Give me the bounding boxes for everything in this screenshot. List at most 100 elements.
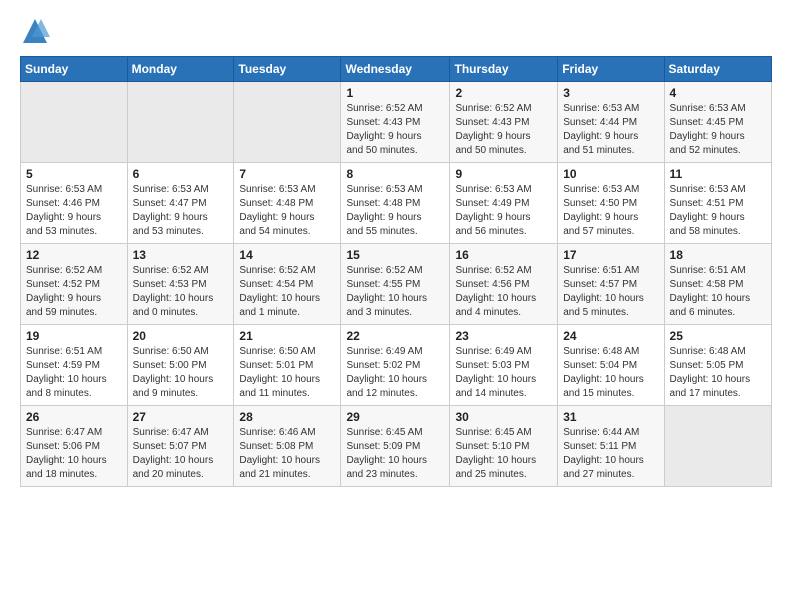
day-info: Sunrise: 6:52 AM Sunset: 4:56 PM Dayligh… [455, 264, 552, 320]
page: SundayMondayTuesdayWednesdayThursdayFrid… [0, 0, 792, 497]
day-info: Sunrise: 6:53 AM Sunset: 4:44 PM Dayligh… [563, 102, 658, 158]
day-info: Sunrise: 6:47 AM Sunset: 5:06 PM Dayligh… [26, 426, 122, 482]
calendar-cell: 23Sunrise: 6:49 AM Sunset: 5:03 PM Dayli… [450, 325, 558, 406]
calendar-cell: 3Sunrise: 6:53 AM Sunset: 4:44 PM Daylig… [558, 82, 664, 163]
calendar-cell: 22 Sunrise: 6:49 AM Sunset: 5:02 PM Dayli… [341, 325, 450, 406]
calendar-cell: 26 Sunrise: 6:47 AM Sunset: 5:06 PM Dayli… [21, 406, 128, 487]
day-number: 14 [239, 248, 335, 262]
day-info: Sunrise: 6:50 AM Sunset: 5:01 PM Dayligh… [239, 345, 335, 401]
day-number: 28 [239, 410, 335, 424]
calendar-cell: 12 Sunrise: 6:52 AM Sunset: 4:52 PM Dayli… [21, 244, 128, 325]
day-info: Sunrise: 6:45 AM Sunset: 5:09 PM Dayligh… [346, 426, 444, 482]
calendar-cell: 2 Sunrise: 6:52 AM Sunset: 4:43 PM Daylig… [450, 82, 558, 163]
day-info: Sunrise: 6:53 AM Sunset: 4:48 PM Dayligh… [346, 183, 444, 239]
day-info: Sunrise: 6:44 AM Sunset: 5:11 PM Dayligh… [563, 426, 658, 482]
day-info: Sunrise: 6:53 AM Sunset: 4:47 PM Dayligh… [133, 183, 229, 239]
weekday-header: Friday [558, 57, 664, 82]
calendar-cell: 7Sunrise: 6:53 AM Sunset: 4:48 PM Daylig… [234, 163, 341, 244]
day-info: Sunrise: 6:48 AM Sunset: 5:04 PM Dayligh… [563, 345, 658, 401]
day-number: 30 [455, 410, 552, 424]
day-info: Sunrise: 6:51 AM Sunset: 4:57 PM Dayligh… [563, 264, 658, 320]
weekday-header: Wednesday [341, 57, 450, 82]
calendar-cell [21, 82, 128, 163]
day-number: 27 [133, 410, 229, 424]
weekday-header: Saturday [664, 57, 771, 82]
day-number: 1 [346, 86, 444, 100]
logo-icon [20, 16, 50, 46]
day-number: 21 [239, 329, 335, 343]
day-number: 12 [26, 248, 122, 262]
calendar-cell: 20 Sunrise: 6:50 AM Sunset: 5:00 PM Dayli… [127, 325, 234, 406]
calendar-cell: 17 Sunrise: 6:51 AM Sunset: 4:57 PM Dayli… [558, 244, 664, 325]
calendar-cell: 1 Sunrise: 6:52 AM Sunset: 4:43 PM Daylig… [341, 82, 450, 163]
day-info: Sunrise: 6:52 AM Sunset: 4:52 PM Dayligh… [26, 264, 122, 320]
day-info: Sunrise: 6:48 AM Sunset: 5:05 PM Dayligh… [670, 345, 766, 401]
calendar-cell: 11 Sunrise: 6:53 AM Sunset: 4:51 PM Dayli… [664, 163, 771, 244]
calendar-cell: 27 Sunrise: 6:47 AM Sunset: 5:07 PM Dayli… [127, 406, 234, 487]
week-row: 12 Sunrise: 6:52 AM Sunset: 4:52 PM Dayli… [21, 244, 772, 325]
calendar-cell [234, 82, 341, 163]
weekday-header: Monday [127, 57, 234, 82]
weekday-header: Tuesday [234, 57, 341, 82]
day-number: 19 [26, 329, 122, 343]
day-number: 29 [346, 410, 444, 424]
day-info: Sunrise: 6:52 AM Sunset: 4:53 PM Dayligh… [133, 264, 229, 320]
calendar-cell: 5 Sunrise: 6:53 AM Sunset: 4:46 PM Daylig… [21, 163, 128, 244]
day-number: 13 [133, 248, 229, 262]
day-number: 25 [670, 329, 766, 343]
calendar-cell: 15Sunrise: 6:52 AM Sunset: 4:55 PM Dayli… [341, 244, 450, 325]
calendar-cell: 8Sunrise: 6:53 AM Sunset: 4:48 PM Daylig… [341, 163, 450, 244]
day-number: 17 [563, 248, 658, 262]
week-row: 19 Sunrise: 6:51 AM Sunset: 4:59 PM Dayli… [21, 325, 772, 406]
day-number: 11 [670, 167, 766, 181]
day-number: 15 [346, 248, 444, 262]
day-info: Sunrise: 6:53 AM Sunset: 4:51 PM Dayligh… [670, 183, 766, 239]
day-number: 16 [455, 248, 552, 262]
weekday-header-row: SundayMondayTuesdayWednesdayThursdayFrid… [21, 57, 772, 82]
day-number: 9 [455, 167, 552, 181]
day-number: 20 [133, 329, 229, 343]
day-number: 2 [455, 86, 552, 100]
calendar-cell: 30 Sunrise: 6:45 AM Sunset: 5:10 PM Dayli… [450, 406, 558, 487]
day-info: Sunrise: 6:53 AM Sunset: 4:46 PM Dayligh… [26, 183, 122, 239]
calendar-cell: 13 Sunrise: 6:52 AM Sunset: 4:53 PM Dayli… [127, 244, 234, 325]
calendar: SundayMondayTuesdayWednesdayThursdayFrid… [20, 56, 772, 487]
calendar-cell: 19 Sunrise: 6:51 AM Sunset: 4:59 PM Dayli… [21, 325, 128, 406]
calendar-cell [127, 82, 234, 163]
day-number: 18 [670, 248, 766, 262]
day-number: 10 [563, 167, 658, 181]
calendar-cell: 9 Sunrise: 6:53 AM Sunset: 4:49 PM Daylig… [450, 163, 558, 244]
calendar-cell: 24 Sunrise: 6:48 AM Sunset: 5:04 PM Dayli… [558, 325, 664, 406]
weekday-header: Thursday [450, 57, 558, 82]
calendar-cell: 31 Sunrise: 6:44 AM Sunset: 5:11 PM Dayli… [558, 406, 664, 487]
calendar-cell: 4Sunrise: 6:53 AM Sunset: 4:45 PM Daylig… [664, 82, 771, 163]
day-number: 5 [26, 167, 122, 181]
day-info: Sunrise: 6:52 AM Sunset: 4:43 PM Dayligh… [346, 102, 444, 158]
calendar-cell: 10 Sunrise: 6:53 AM Sunset: 4:50 PM Dayli… [558, 163, 664, 244]
week-row: 5 Sunrise: 6:53 AM Sunset: 4:46 PM Daylig… [21, 163, 772, 244]
day-number: 31 [563, 410, 658, 424]
day-number: 6 [133, 167, 229, 181]
day-info: Sunrise: 6:51 AM Sunset: 4:58 PM Dayligh… [670, 264, 766, 320]
day-info: Sunrise: 6:52 AM Sunset: 4:54 PM Dayligh… [239, 264, 335, 320]
calendar-cell: 14 Sunrise: 6:52 AM Sunset: 4:54 PM Dayli… [234, 244, 341, 325]
day-number: 26 [26, 410, 122, 424]
logo [20, 16, 54, 46]
day-number: 24 [563, 329, 658, 343]
day-info: Sunrise: 6:53 AM Sunset: 4:48 PM Dayligh… [239, 183, 335, 239]
day-info: Sunrise: 6:53 AM Sunset: 4:45 PM Dayligh… [670, 102, 766, 158]
day-info: Sunrise: 6:52 AM Sunset: 4:43 PM Dayligh… [455, 102, 552, 158]
day-info: Sunrise: 6:51 AM Sunset: 4:59 PM Dayligh… [26, 345, 122, 401]
calendar-cell: 25 Sunrise: 6:48 AM Sunset: 5:05 PM Dayli… [664, 325, 771, 406]
day-info: Sunrise: 6:53 AM Sunset: 4:50 PM Dayligh… [563, 183, 658, 239]
day-info: Sunrise: 6:50 AM Sunset: 5:00 PM Dayligh… [133, 345, 229, 401]
calendar-cell: 28Sunrise: 6:46 AM Sunset: 5:08 PM Dayli… [234, 406, 341, 487]
day-info: Sunrise: 6:45 AM Sunset: 5:10 PM Dayligh… [455, 426, 552, 482]
day-number: 23 [455, 329, 552, 343]
day-number: 22 [346, 329, 444, 343]
day-info: Sunrise: 6:47 AM Sunset: 5:07 PM Dayligh… [133, 426, 229, 482]
calendar-cell [664, 406, 771, 487]
day-info: Sunrise: 6:53 AM Sunset: 4:49 PM Dayligh… [455, 183, 552, 239]
calendar-cell: 21 Sunrise: 6:50 AM Sunset: 5:01 PM Dayli… [234, 325, 341, 406]
day-info: Sunrise: 6:49 AM Sunset: 5:02 PM Dayligh… [346, 345, 444, 401]
